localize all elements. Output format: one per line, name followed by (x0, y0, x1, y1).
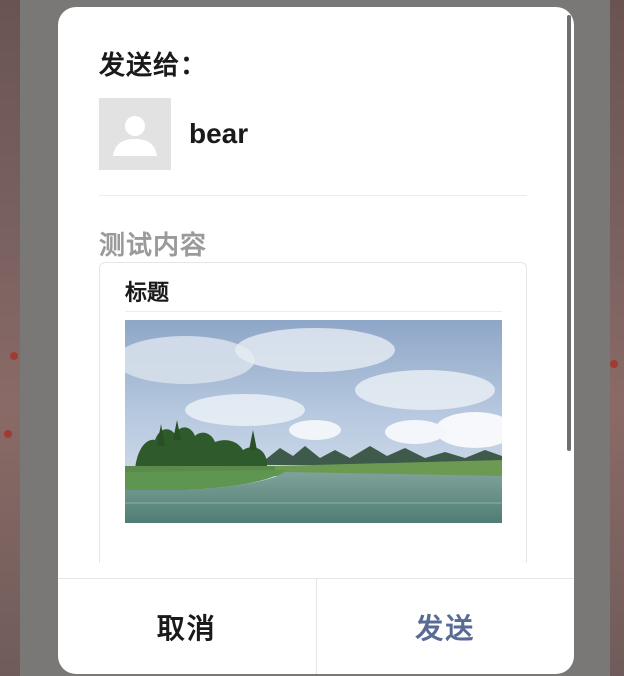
default-avatar-icon (99, 98, 171, 170)
recipient-row: bear (99, 98, 248, 170)
divider (99, 195, 527, 196)
background-decoration (610, 360, 618, 368)
card-title: 标题 (125, 280, 170, 305)
background-decoration (4, 430, 12, 438)
content-preview-label: 测试内容 (99, 230, 208, 260)
background-left-edge (0, 0, 20, 676)
dialog-footer: 取消 发送 (58, 578, 574, 674)
message-card: 标题 (99, 262, 527, 563)
landscape-photo (125, 320, 502, 523)
share-dialog: 发送给： bear 测试内容 标题 取消 发送 (58, 7, 574, 674)
scrollbar[interactable] (567, 15, 571, 451)
screen: 发送给： bear 测试内容 标题 取消 发送 (0, 0, 624, 676)
background-decoration (10, 352, 18, 360)
send-to-heading: 发送给： (99, 50, 208, 80)
card-divider (125, 311, 502, 312)
send-button[interactable]: 发送 (317, 579, 575, 674)
recipient-name: bear (189, 118, 249, 149)
cancel-button[interactable]: 取消 (58, 579, 317, 674)
background-right-edge (610, 0, 624, 676)
